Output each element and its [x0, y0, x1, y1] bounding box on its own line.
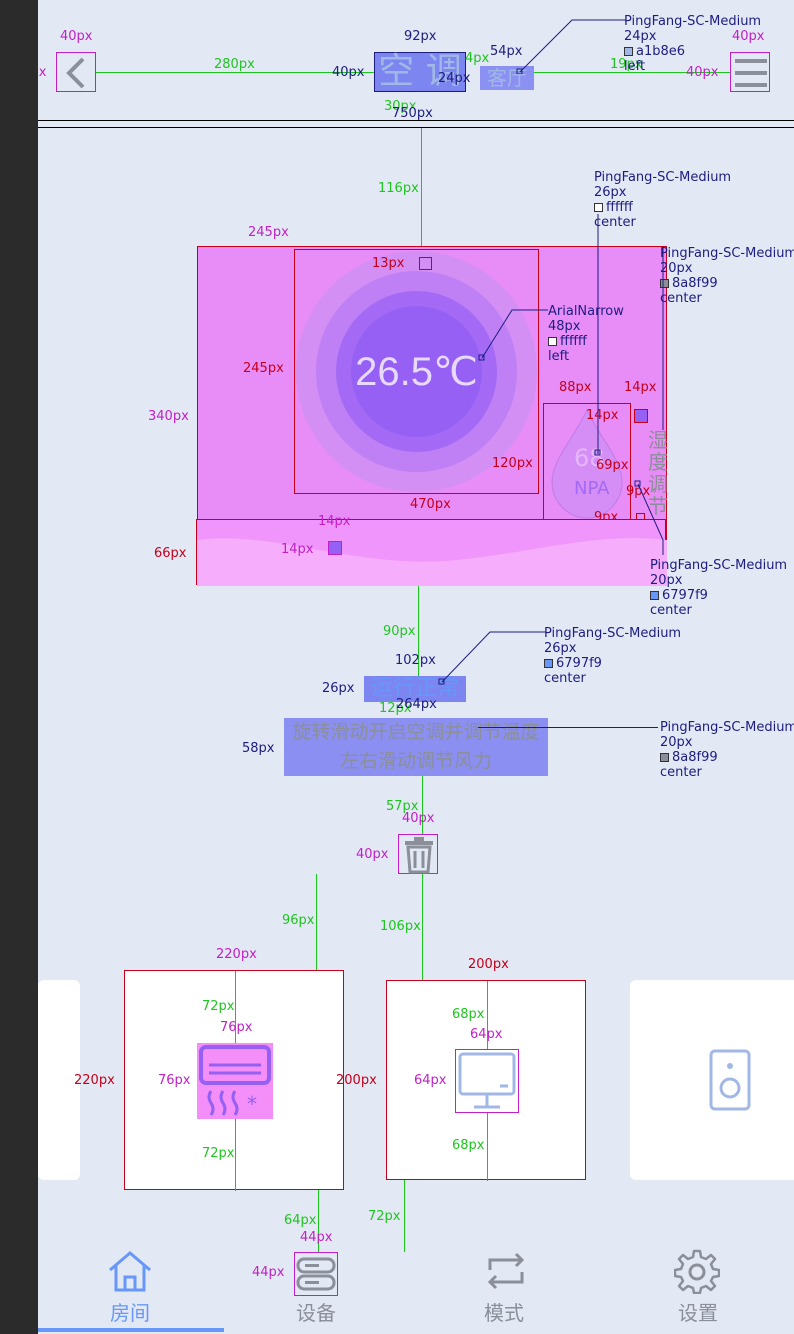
server-icon: [294, 1252, 338, 1296]
annotation-label: 40px: [38, 65, 47, 80]
monitor-icon: [455, 1049, 519, 1113]
annotation-label: 40px: [332, 65, 365, 80]
leader-line: [478, 727, 658, 728]
speaker-icon: [708, 1048, 752, 1112]
annotation-label: 64px: [414, 1073, 447, 1088]
annotation-label: 92px: [404, 29, 437, 44]
tab-modes[interactable]: 模式: [464, 1248, 544, 1328]
annotation-label: 200px: [336, 1073, 377, 1088]
spec-note: PingFang-SC-Medium 26px 6797f9 center: [544, 626, 682, 686]
annotation-label: 68px: [452, 1007, 485, 1022]
divider-line: [38, 127, 794, 128]
annotation-label: 280px: [214, 57, 255, 72]
annotation-label: 40px: [60, 29, 93, 44]
annotation-label: 13px: [372, 256, 405, 271]
annotation-label: 66px: [154, 546, 187, 561]
annotation-label: 72px: [202, 999, 235, 1014]
trash-icon[interactable]: [398, 834, 438, 874]
annotation-label: 40px: [402, 811, 435, 826]
annotation-label: 40px: [356, 847, 389, 862]
annotation-label: 220px: [216, 947, 257, 962]
back-icon[interactable]: [56, 52, 96, 92]
leader-line: [438, 631, 546, 685]
annotation-label: 340px: [148, 409, 189, 424]
annotation-label: 264px: [396, 697, 437, 712]
annotation-label: 72px: [368, 1209, 401, 1224]
annotation-label: 76px: [158, 1073, 191, 1088]
svg-text:*: *: [247, 1092, 257, 1116]
annotation-label: 96px: [282, 913, 315, 928]
annotation-label: 58px: [242, 741, 275, 756]
spec-note: PingFang-SC-Medium 20px 6797f9 center: [650, 558, 788, 618]
spacing-line: [421, 128, 422, 246]
spec-note: PingFang-SC-Medium 20px 8a8f99 center: [660, 246, 794, 306]
annotation-label: 102px: [395, 653, 436, 668]
annotation-label: 14px: [281, 542, 314, 557]
annotation-label: 64px: [284, 1213, 317, 1228]
device-card-speaker[interactable]: [630, 980, 794, 1180]
annotation-label: 4px: [465, 51, 490, 66]
air-conditioner-icon: *: [197, 1043, 273, 1119]
annotation-label: 26px: [322, 681, 355, 696]
design-canvas: 40px 40px 280px 空 调 92px 40px 30px 客厅 54…: [38, 0, 794, 1334]
annotation-label: 116px: [378, 181, 419, 196]
annotation-label: 245px: [243, 361, 284, 376]
tab-label: 模式: [484, 1301, 524, 1325]
annotation-label: 200px: [468, 957, 509, 972]
tab-rooms[interactable]: 房间: [90, 1248, 170, 1328]
annotation-label: 90px: [383, 624, 416, 639]
gear-icon: [674, 1249, 720, 1294]
annotation-label: 245px: [248, 225, 289, 240]
annotation-label: 106px: [380, 919, 421, 934]
annotation-label: 72px: [202, 1146, 235, 1161]
spacing-line: [422, 874, 423, 980]
switch-icon: [487, 1252, 525, 1290]
spacing-line: [316, 874, 317, 970]
tab-devices[interactable]: 设备: [278, 1248, 358, 1328]
leader-lines: [478, 214, 664, 555]
leader-line: [516, 19, 626, 74]
spec-note: PingFang-SC-Medium 24px a1b8e6 left: [624, 14, 762, 74]
tab-label: 设置: [678, 1301, 718, 1325]
dial-handle[interactable]: [419, 257, 432, 270]
annotation-label: 44px: [252, 1265, 285, 1280]
tab-settings[interactable]: 设置: [658, 1248, 738, 1328]
tab-label: 房间: [110, 1301, 150, 1325]
wind-slider-thumb[interactable]: [328, 541, 342, 555]
active-tab-indicator: [38, 1328, 224, 1332]
annotation-label: 14px: [318, 514, 351, 529]
annotation-label: 64px: [470, 1027, 503, 1042]
spacing-line: [404, 1180, 405, 1252]
annotation-label: 220px: [74, 1073, 115, 1088]
annotation-label: 76px: [220, 1020, 253, 1035]
tab-label: 设备: [296, 1301, 336, 1325]
annotation-label: 24px: [438, 71, 471, 86]
annotation-label: 750px: [392, 106, 433, 121]
annotation-label: 68px: [452, 1138, 485, 1153]
spec-note: PingFang-SC-Medium 20px 8a8f99 center: [660, 720, 794, 780]
home-icon: [109, 1251, 151, 1292]
annotation-label: 44px: [300, 1230, 333, 1245]
